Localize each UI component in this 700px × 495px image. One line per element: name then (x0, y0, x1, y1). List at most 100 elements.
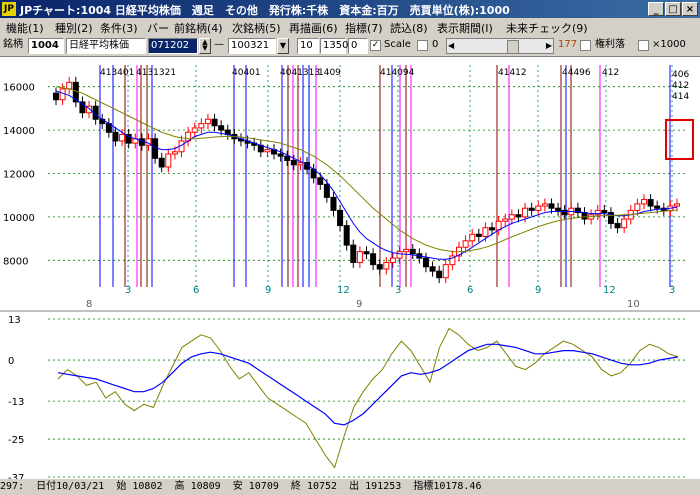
value2-field[interactable]: 0 (348, 38, 368, 54)
scale-zero-checkbox[interactable] (417, 40, 428, 51)
scroll-right-icon[interactable]: ▶ (546, 39, 552, 53)
candle-down (323, 183, 330, 198)
candle-down (475, 233, 482, 237)
candle-down (284, 155, 291, 161)
chart-area[interactable]: 16000 14000 12000 10000 8000 3 6 9 12 3 6 9 12 3 8 9 10 4… (0, 56, 700, 479)
candle-down (581, 212, 588, 220)
menu-next-stock[interactable]: 次銘柄(5) (232, 20, 281, 36)
candle-up (165, 153, 172, 168)
date-to-field[interactable]: 100321 (228, 38, 276, 54)
date-from-field[interactable]: 071202 (148, 38, 198, 54)
period-field[interactable]: 10 (297, 38, 319, 54)
maximize-button[interactable]: □ (665, 2, 681, 16)
candle-up (634, 203, 641, 211)
candle-up (621, 218, 628, 229)
rights-label: 権利落 (595, 39, 625, 50)
event-highlight-box (665, 119, 694, 160)
menu-future-check[interactable]: 未来チェック(9) (506, 20, 588, 36)
candle-down (138, 138, 145, 146)
event-code-label: 414 (672, 92, 689, 102)
candle-down (112, 131, 119, 142)
candle-down (528, 207, 535, 211)
menu-condition[interactable]: 条件(3) (100, 20, 138, 36)
menu-bar-item[interactable]: バー (147, 20, 169, 36)
status-date-label: 日付 (36, 481, 57, 492)
window-title: JPチャート:1004 日経平均株価 週足 その他 発行株:千株 資本金:百万 … (20, 4, 510, 17)
candle-up (383, 261, 390, 270)
status-bar: 297: 日付10/03/21 始 10802 高 10809 安 10709 … (0, 478, 700, 495)
status-close: 10752 (306, 481, 338, 492)
osc-series-1 (57, 327, 679, 469)
scroll-slider[interactable]: ◀ ▶ (446, 38, 554, 54)
candle-up (264, 149, 271, 153)
chart-svg[interactable]: 16000 14000 12000 10000 8000 3 6 9 12 3 6 9 12 3 8 9 10 4… (0, 57, 700, 479)
candle-down (601, 209, 608, 214)
status-high-label: 高 (174, 481, 185, 492)
scale-checkbox[interactable]: ✓ (370, 40, 381, 51)
candle-down (218, 125, 225, 131)
candle-up (356, 251, 363, 263)
status-open: 10802 (132, 481, 163, 492)
menu-load[interactable]: 読込(8) (390, 20, 428, 36)
event-label-top: 41412 (498, 68, 527, 78)
candle-down (422, 257, 429, 268)
menu-type[interactable]: 種別(2) (55, 20, 93, 36)
candle-up (66, 81, 73, 90)
status-indicator: 10178.46 (433, 481, 482, 492)
month-tick-label: 12 (603, 285, 616, 296)
candle-down (548, 203, 555, 209)
candle-down (429, 266, 436, 272)
candle-up (119, 133, 126, 142)
month-tick-label: 9 (535, 285, 541, 296)
year-tick-label: 8 (86, 299, 92, 310)
candle-down (277, 153, 284, 157)
candle-up (502, 218, 509, 222)
scroll-left-icon[interactable]: ◀ (448, 39, 454, 53)
candle-down (343, 225, 350, 246)
event-code-label: 406 (672, 70, 689, 80)
candle-down (436, 270, 443, 279)
stock-code-field[interactable]: 1004 (28, 38, 64, 54)
menu-display-period[interactable]: 表示期間(I) (437, 20, 493, 36)
candle-down (363, 251, 370, 255)
ma-short-line (55, 90, 678, 260)
candle-up (508, 214, 515, 220)
toolbar: 銘柄 1004 日経平均株価 071202 ▲ ▼ — 100321 ▼ 10 1… (0, 36, 700, 56)
date-from-spinner[interactable]: ▲ ▼ (199, 38, 211, 54)
candle-up (198, 123, 205, 129)
candle-up (674, 203, 680, 207)
month-tick-label: 3 (669, 285, 675, 296)
x1000-checkbox[interactable] (638, 40, 649, 51)
price-tick-label: 8000 (3, 256, 28, 267)
chevron-down-icon[interactable]: ▼ (277, 38, 289, 54)
menu-indicator[interactable]: 指標(7) (345, 20, 383, 36)
value1-field[interactable]: 1350 (320, 38, 348, 54)
status-open-label: 始 (116, 481, 127, 492)
month-tick-label: 6 (193, 285, 199, 296)
osc-tick-label: 0 (8, 356, 14, 367)
year-tick-label: 10 (627, 299, 640, 310)
scroll-thumb[interactable] (507, 40, 519, 54)
candle-down (376, 264, 383, 270)
menu-redraw[interactable]: 再描画(6) (289, 20, 338, 36)
status-low-label: 安 (232, 481, 243, 492)
status-low: 10709 (248, 481, 279, 492)
candle-down (317, 177, 324, 185)
candle-up (541, 203, 548, 207)
menu-bar: 機能(1) 種別(2) 条件(3) バー 前銘柄(4) 次銘柄(5) 再描画(6… (0, 18, 700, 36)
menu-prev-stock[interactable]: 前銘柄(4) (174, 20, 223, 36)
candle-up (469, 233, 476, 242)
osc-tick-label: -13 (8, 397, 24, 408)
osc-tick-label: 13 (8, 315, 21, 326)
candle-down (614, 222, 621, 229)
date-dash: — (214, 39, 224, 50)
event-label-top: 412 (602, 68, 619, 78)
month-tick-label: 3 (395, 285, 401, 296)
menu-function[interactable]: 機能(1) (6, 20, 44, 36)
price-tick-label: 16000 (3, 83, 35, 94)
stock-name-field[interactable]: 日経平均株価 (66, 38, 146, 54)
rights-checkbox[interactable] (580, 40, 591, 51)
close-button[interactable]: × (682, 2, 698, 16)
minimize-button[interactable]: _ (648, 2, 664, 16)
price-tick-label: 10000 (3, 213, 35, 224)
